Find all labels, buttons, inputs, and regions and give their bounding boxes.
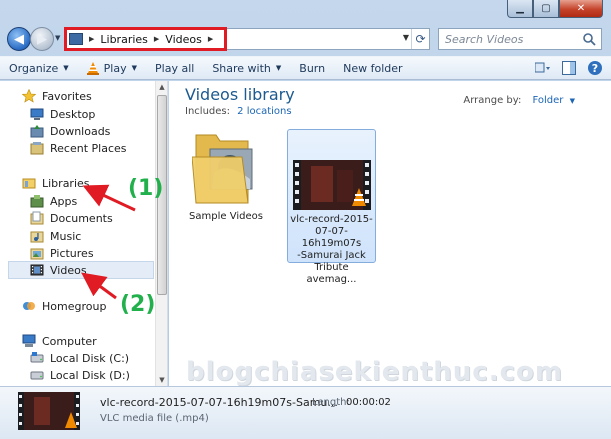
- details-file-type: VLC media file (.mp4): [100, 413, 209, 424]
- annotation-label-2: (2): [120, 292, 156, 317]
- details-file-name: vlc-record-2015-07-07-16h19m07s-Samu...: [100, 396, 338, 409]
- annotation-overlay: [81, 184, 136, 300]
- annotation-arrow-2: [81, 272, 117, 300]
- details-length-value: 00:00:02: [346, 397, 391, 408]
- annotation-label-1: (1): [128, 176, 164, 201]
- details-pane: vlc-record-2015-07-07-16h19m07s-Samu... …: [0, 386, 611, 439]
- selected-file-thumbnail: [18, 392, 80, 430]
- explorer-window: ▁ ▢ ✕ ◀ ▶ ▼ ▶ Libraries ▶ Videos ▶ ▼ ⟳ S…: [0, 0, 611, 439]
- details-length-label: Length:: [312, 397, 350, 408]
